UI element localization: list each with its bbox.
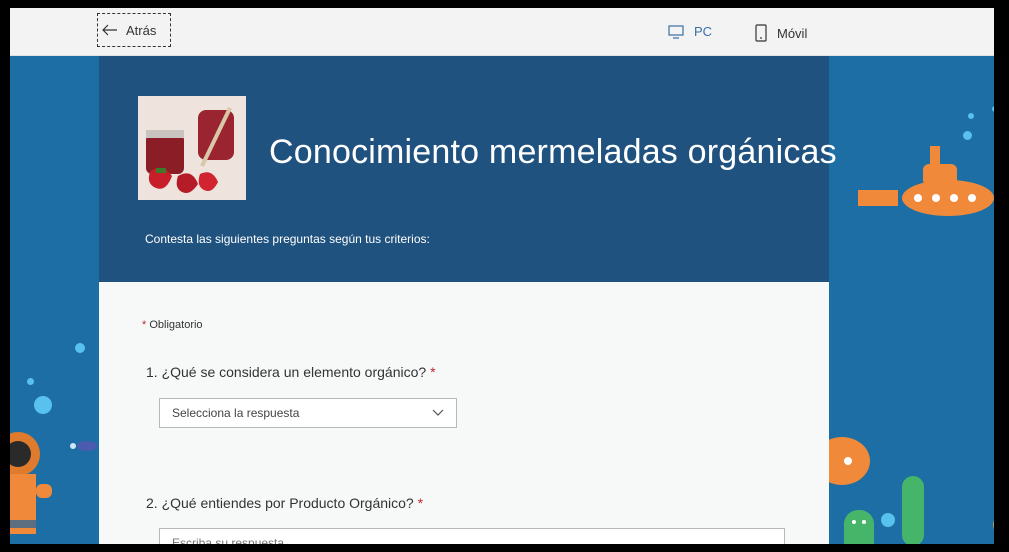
required-asterisk: * [417, 495, 424, 511]
bubble-decoration [75, 343, 85, 353]
octopus-decoration [844, 510, 895, 544]
orange-fish-decoration [820, 437, 870, 485]
form-body: * Obligatorio 1. ¿Qué se considera un el… [99, 282, 829, 544]
bubble-decoration [968, 113, 974, 119]
pc-label: PC [694, 24, 713, 39]
form-header-image [138, 96, 246, 200]
diver-decoration [10, 432, 52, 534]
submarine-decoration [858, 146, 994, 216]
required-note: * Obligatorio [142, 319, 203, 331]
back-arrow-icon [102, 24, 117, 36]
bubble-decoration [992, 106, 994, 112]
mobile-phone-icon [755, 24, 767, 42]
mobile-view-button[interactable]: Móvil [755, 24, 807, 42]
form-card: Conocimiento mermeladas orgánicas Contes… [99, 56, 837, 544]
pc-monitor-icon [668, 24, 684, 39]
back-label: Atrás [126, 22, 157, 38]
mobile-label: Móvil [777, 25, 808, 41]
form-header: Conocimiento mermeladas orgánicas Contes… [99, 56, 837, 282]
back-button[interactable]: Atrás [97, 13, 171, 47]
question-1-dropdown[interactable]: Selecciona la respuesta [159, 398, 457, 428]
bubble-decoration [34, 396, 52, 414]
question-2-label: 2. ¿Qué entiendes por Producto Orgánico?… [146, 495, 423, 511]
form-title: Conocimiento mermeladas orgánicas [269, 133, 837, 171]
top-toolbar: Atrás PC Móvil [10, 8, 994, 56]
bubble-decoration [27, 378, 34, 385]
question-text: 1. ¿Qué se considera un elemento orgánic… [146, 364, 427, 380]
seaweed-decoration [902, 476, 924, 544]
seahorse-decoration [993, 520, 994, 530]
app-frame: Atrás PC Móvil Conocimiento mermeladas o… [10, 8, 994, 544]
dropdown-value: Selecciona la respuesta [172, 406, 300, 420]
chevron-down-icon [432, 409, 444, 416]
bubble-decoration [963, 131, 972, 140]
required-asterisk: * [430, 364, 436, 380]
question-2-answer-input[interactable] [159, 528, 785, 544]
form-subtitle: Contesta las siguientes preguntas según … [145, 232, 430, 246]
pc-view-button[interactable]: PC [668, 24, 712, 39]
question-text: 2. ¿Qué entiendes por Producto Orgánico? [146, 495, 414, 511]
required-note-text: Obligatorio [149, 319, 203, 331]
question-1-label: 1. ¿Qué se considera un elemento orgánic… [146, 364, 436, 380]
required-asterisk: * [142, 319, 147, 331]
